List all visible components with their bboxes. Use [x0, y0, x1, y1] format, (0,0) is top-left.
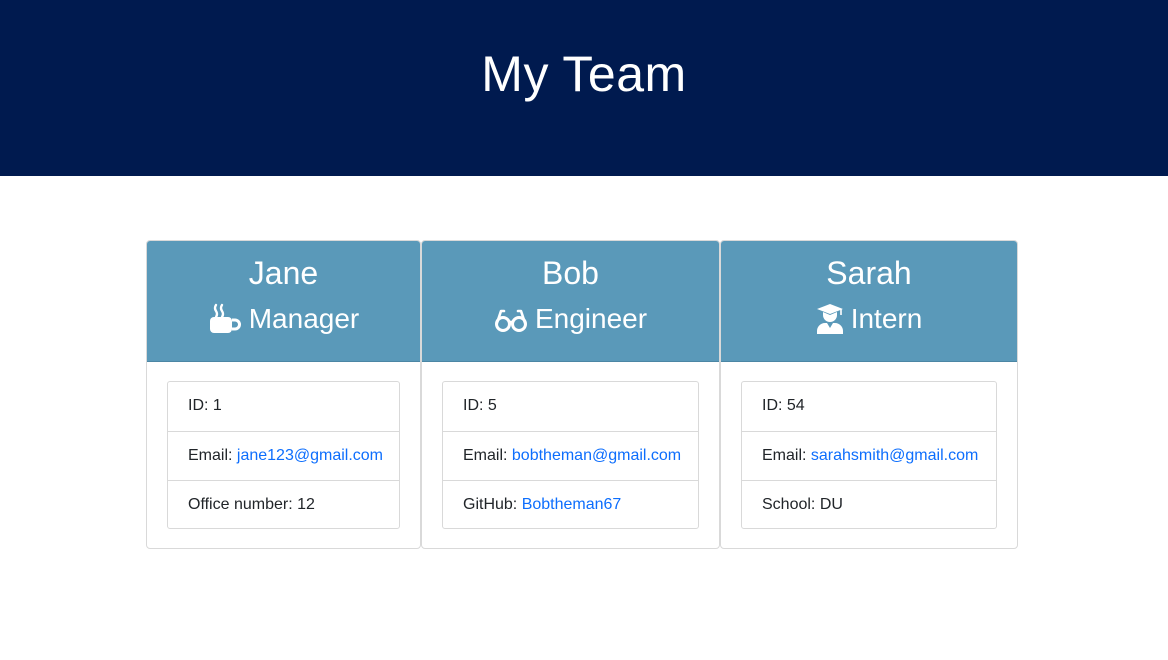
info-list: ID: 1 Email: jane123@gmail.com Office nu… [167, 381, 400, 529]
user-graduate-icon [816, 303, 844, 335]
card-header: Sarah Intern [721, 241, 1017, 362]
email-link[interactable]: bobtheman@gmail.com [512, 447, 681, 464]
card-header: Jane Manager [147, 241, 420, 362]
glasses-icon [494, 303, 528, 335]
email-link[interactable]: jane123@gmail.com [237, 447, 383, 464]
school-row: School: DU [742, 480, 996, 528]
employee-role: Intern [721, 302, 1017, 336]
employee-card-intern: Sarah Intern ID: 54 Email: sarahsmith@gm… [720, 240, 1018, 549]
employee-role: Manager [147, 302, 420, 336]
info-list: ID: 5 Email: bobtheman@gmail.com GitHub:… [442, 381, 699, 529]
id-row: ID: 1 [188, 397, 222, 414]
email-link[interactable]: sarahsmith@gmail.com [811, 447, 978, 464]
employee-card-manager: Jane Manager ID: 1 Email: jane123@gmail.… [146, 240, 421, 549]
employee-name: Jane [248, 255, 319, 291]
role-label: Engineer [534, 303, 648, 334]
info-list: ID: 54 Email: sarahsmith@gmail.com Schoo… [741, 381, 997, 529]
role-label: Manager [248, 303, 360, 334]
card-header: Bob Engineer [422, 241, 719, 362]
office-number-row: Office number: 12 [168, 480, 399, 528]
role-label: Intern [850, 303, 923, 334]
github-link[interactable]: Bobtheman67 [522, 496, 622, 513]
github-label: GitHub: [463, 496, 522, 513]
id-row: ID: 5 [463, 397, 497, 414]
employee-name: Sarah [826, 255, 912, 291]
email-row: Email: bobtheman@gmail.com [443, 431, 698, 480]
page-title: My Team [481, 46, 687, 102]
employee-card-engineer: Bob Engineer ID: 5 Email: bobtheman@gmai… [421, 240, 720, 549]
email-label: Email: [188, 447, 237, 464]
email-row: Email: jane123@gmail.com [168, 431, 399, 480]
github-row: GitHub: Bobtheman67 [443, 480, 698, 528]
email-row: Email: sarahsmith@gmail.com [742, 431, 996, 480]
employee-name: Bob [542, 255, 599, 291]
mug-hot-icon [208, 303, 242, 335]
employee-role: Engineer [422, 302, 719, 336]
email-label: Email: [762, 447, 811, 464]
email-label: Email: [463, 447, 512, 464]
id-row: ID: 54 [762, 397, 805, 414]
page-header: My Team [0, 0, 1168, 176]
